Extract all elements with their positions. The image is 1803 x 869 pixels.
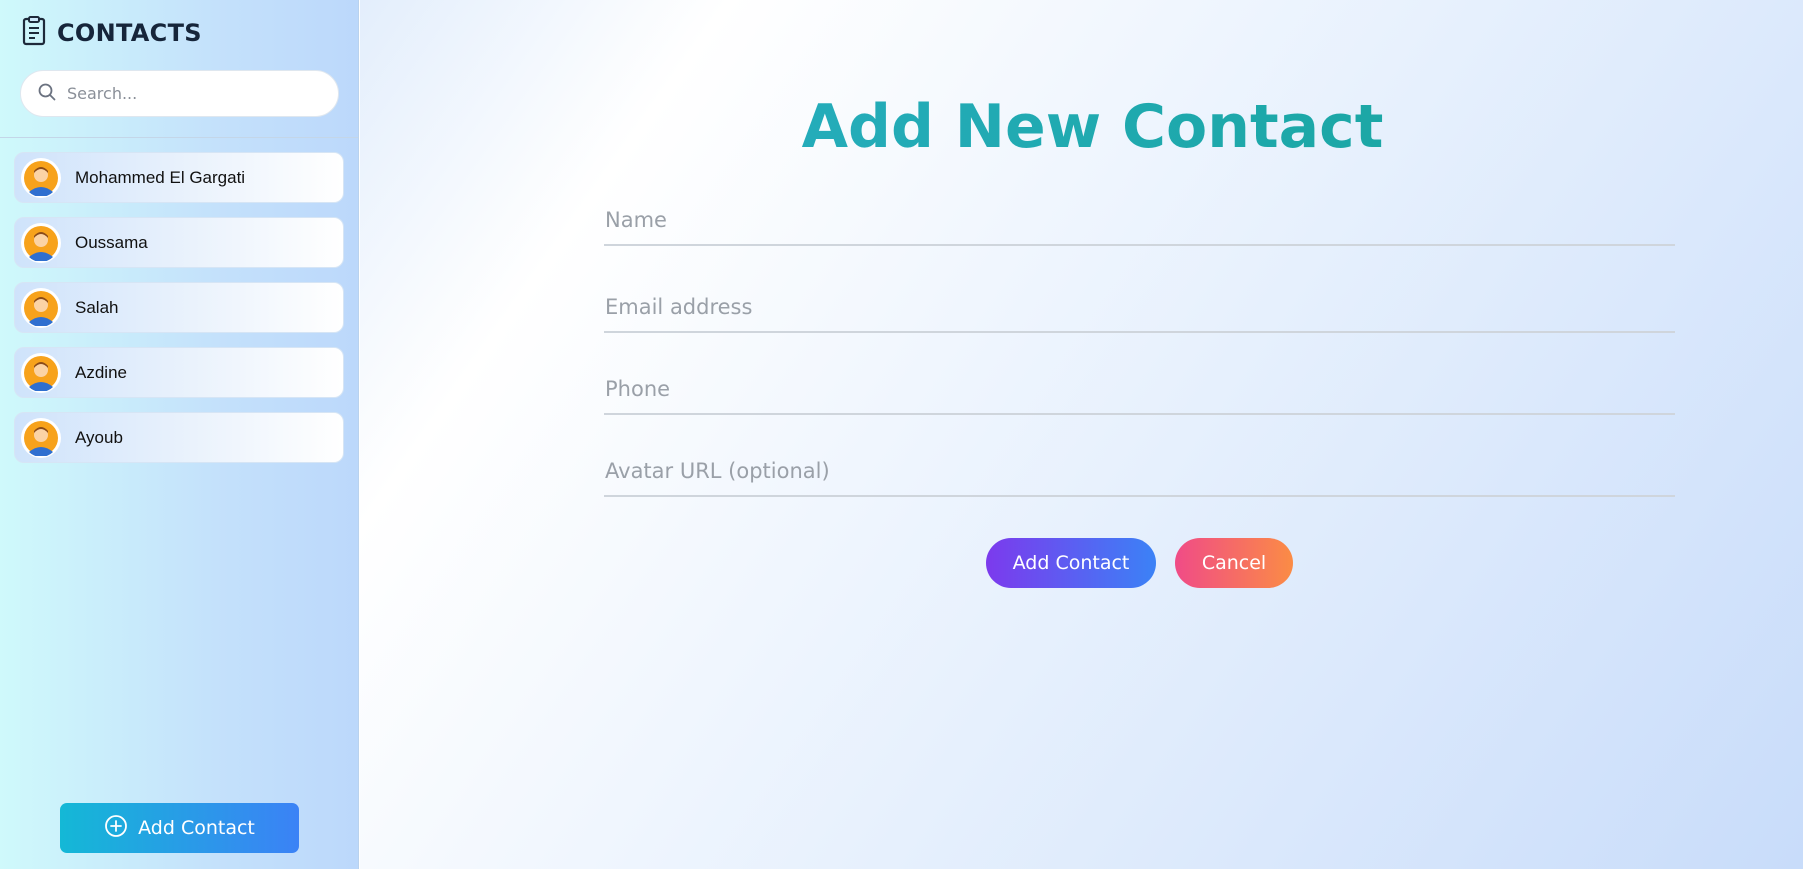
clipboard-list-icon: [21, 16, 47, 50]
user-avatar-icon: [21, 222, 61, 263]
page-title: Add New Contact: [360, 92, 1803, 162]
sidebar-divider: [0, 137, 358, 138]
sidebar: CONTACTS Mohammed El Gargati: [0, 0, 359, 869]
contact-item[interactable]: Mohammed El Gargati: [14, 152, 344, 203]
search-input[interactable]: [67, 84, 307, 103]
phone-field: [604, 365, 1675, 415]
contact-item[interactable]: Salah: [14, 282, 344, 333]
contact-name: Azdine: [75, 362, 127, 382]
avatar-url-input[interactable]: [604, 447, 1675, 495]
name-input[interactable]: [604, 196, 1675, 244]
user-avatar-icon: [21, 352, 61, 393]
add-contact-button[interactable]: Add Contact: [986, 538, 1156, 588]
email-field: [604, 283, 1675, 333]
contact-item[interactable]: Oussama: [14, 217, 344, 268]
contact-item[interactable]: Azdine: [14, 347, 344, 398]
name-field: [604, 196, 1675, 246]
cancel-button[interactable]: Cancel: [1175, 538, 1293, 588]
user-avatar-icon: [21, 287, 61, 328]
email-input[interactable]: [604, 283, 1675, 331]
avatar-url-field: [604, 447, 1675, 497]
sidebar-add-contact-button[interactable]: Add Contact: [60, 803, 299, 853]
main-panel: Add New Contact Add Contact Cancel: [360, 0, 1803, 869]
user-avatar-icon: [21, 417, 61, 458]
contact-name: Salah: [75, 297, 119, 317]
sidebar-add-contact-label: Add Contact: [138, 817, 255, 839]
contact-name: Mohammed El Gargati: [75, 167, 246, 187]
contact-name: Oussama: [75, 232, 148, 252]
phone-input[interactable]: [604, 365, 1675, 413]
sidebar-title: CONTACTS: [57, 19, 202, 47]
user-avatar-icon: [21, 157, 61, 198]
sidebar-header: CONTACTS: [21, 16, 202, 50]
contact-item[interactable]: Ayoub: [14, 412, 344, 463]
contact-list: Mohammed El Gargati Oussama Salah Azdine…: [14, 152, 344, 477]
search-icon: [37, 82, 57, 106]
contact-name: Ayoub: [75, 427, 123, 447]
search-box[interactable]: [20, 70, 339, 117]
plus-circle-icon: [104, 814, 128, 843]
